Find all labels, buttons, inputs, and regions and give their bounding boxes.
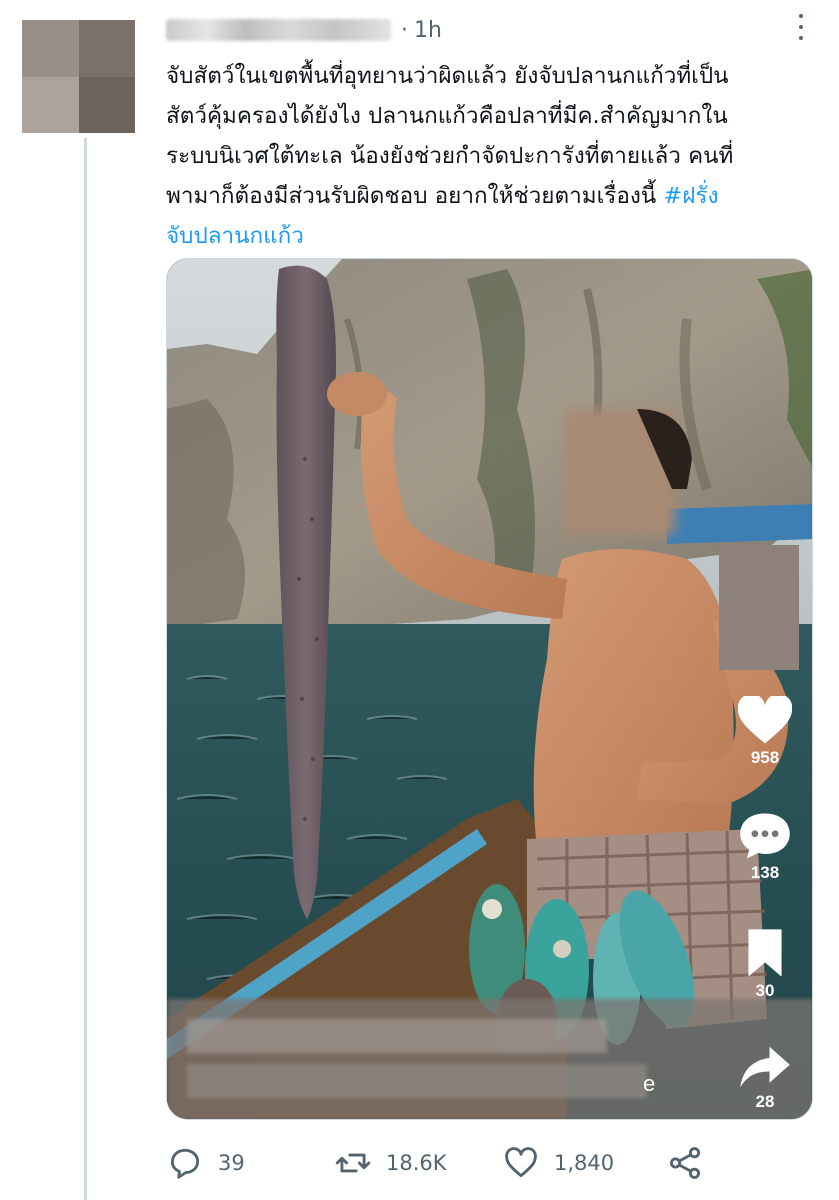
reply-button[interactable]: 39 bbox=[166, 1140, 245, 1186]
timestamp[interactable]: 1h bbox=[414, 18, 442, 43]
tweet-text-line: จับสัตว์ในเขตพื้นที่อุทยานว่าผิดแล้ว ยัง… bbox=[166, 63, 729, 89]
separator-dot: · bbox=[401, 17, 408, 43]
video-like-count: 958 bbox=[750, 748, 780, 767]
share-button[interactable] bbox=[666, 1140, 704, 1186]
tweet-text-line: ระบบนิเวศใต้ทะเล น้องยังช่วยกำจัดปะการัง… bbox=[166, 143, 734, 169]
video-share-count: 28 bbox=[755, 1092, 775, 1111]
share-arrow-icon bbox=[740, 1046, 790, 1088]
reply-icon bbox=[170, 1148, 200, 1179]
like-button[interactable]: 1,840 bbox=[502, 1140, 614, 1186]
retweet-button[interactable]: 18.6K bbox=[334, 1140, 447, 1186]
video-caption-fragment: e bbox=[643, 1071, 656, 1096]
share-icon bbox=[669, 1147, 701, 1179]
reply-count: 39 bbox=[218, 1151, 245, 1175]
like-count: 1,840 bbox=[554, 1151, 615, 1175]
retweet-count: 18.6K bbox=[386, 1151, 447, 1175]
video-share-button[interactable]: 28 bbox=[733, 1044, 797, 1112]
more-options-icon[interactable] bbox=[791, 12, 811, 42]
heart-icon bbox=[738, 696, 792, 744]
tweet-text-segment: พามาก็ต้องมีส่วนรับผิดชอบ อยากให้ช่วยตาม… bbox=[166, 183, 664, 209]
tweet-text-line: สัตว์คุ้มครองได้ยังไง ปลานกแก้วคือปลาที่… bbox=[166, 103, 728, 129]
tweet-text: จับสัตว์ในเขตพื้นที่อุทยานว่าผิดแล้ว ยัง… bbox=[166, 56, 816, 256]
tweet-action-bar: 39 18.6K 1,840 bbox=[166, 1140, 786, 1186]
tweet-header: · 1h bbox=[166, 12, 442, 48]
video-save-count: 30 bbox=[755, 981, 775, 1000]
video-frame bbox=[167, 259, 812, 1119]
blurred-username[interactable] bbox=[166, 19, 391, 41]
video-like-button[interactable]: 958 bbox=[733, 696, 797, 768]
heart-outline-icon bbox=[505, 1147, 537, 1178]
hashtag-link-continued[interactable]: จับปลานกแก้ว bbox=[166, 216, 816, 256]
video-comment-button[interactable]: 138 bbox=[733, 811, 797, 883]
video-comment-count: 138 bbox=[750, 863, 780, 882]
thread-line bbox=[84, 138, 87, 1200]
avatar[interactable] bbox=[22, 20, 135, 133]
comment-bubble-icon bbox=[740, 813, 790, 859]
tweet-text-line: พามาก็ต้องมีส่วนรับผิดชอบ อยากให้ช่วยตาม… bbox=[166, 176, 816, 216]
retweet-icon bbox=[335, 1153, 371, 1173]
bookmark-icon bbox=[748, 929, 782, 977]
video-media[interactable]: 958 138 30 28 e bbox=[166, 258, 813, 1120]
video-save-button[interactable]: 30 bbox=[733, 927, 797, 1001]
hashtag-link[interactable]: #ฝรั่ง bbox=[663, 183, 718, 209]
